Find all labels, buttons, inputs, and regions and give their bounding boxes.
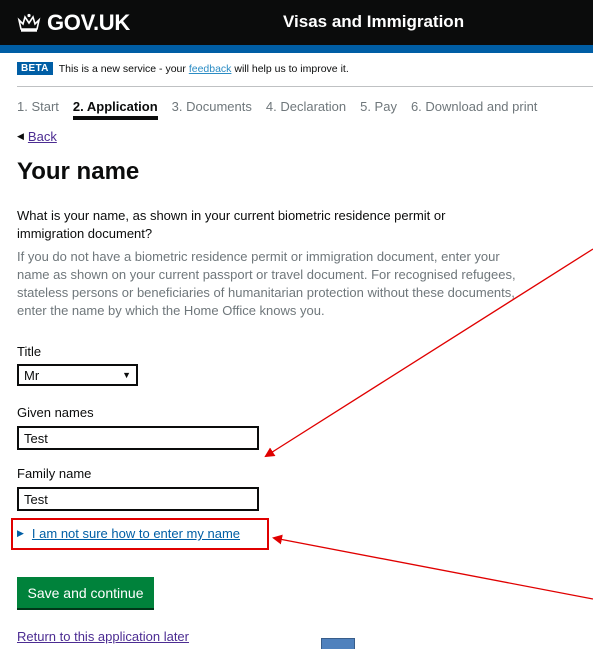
- annotation-arrows: [264, 248, 593, 600]
- return-later-link[interactable]: Return to this application later: [17, 629, 189, 644]
- given-names-value: Test: [24, 430, 48, 446]
- step-start: 1. Start: [17, 99, 59, 114]
- hint-text: If you do not have a biometric residence…: [17, 249, 516, 318]
- feedback-link[interactable]: feedback: [189, 63, 232, 75]
- site-header: GOV.UK Visas and Immigration: [0, 0, 593, 45]
- beta-divider: [17, 86, 593, 87]
- title-label: Title: [17, 344, 42, 359]
- step-download-print: 6. Download and print: [410, 99, 538, 114]
- details-triangle-icon: ▶: [17, 528, 24, 538]
- crown-icon: [17, 13, 41, 32]
- beta-banner: BETA This is a new service - your feedba…: [17, 62, 349, 75]
- family-name-value: Test: [24, 491, 48, 507]
- service-name[interactable]: Visas and Immigration: [283, 12, 464, 32]
- title-select[interactable]: Mr ▼: [17, 364, 138, 386]
- given-names-input[interactable]: Test: [17, 426, 259, 450]
- back-link-container: ◀ Back: [17, 129, 57, 144]
- logo-text: GOV.UK: [47, 10, 130, 35]
- step-application: 2. Application: [72, 99, 158, 120]
- annotation-arrow-lower: [272, 534, 593, 600]
- header-blue-bar: [0, 45, 593, 53]
- name-help-details[interactable]: ▶ I am not sure how to enter my name: [17, 526, 240, 541]
- step-declaration: 4. Declaration: [265, 99, 347, 114]
- family-name-input[interactable]: Test: [17, 487, 259, 511]
- beta-text-after: will help us to improve it.: [231, 62, 349, 75]
- select-arrow-icon: ▼: [122, 370, 131, 380]
- blue-overlay-box: [321, 638, 355, 649]
- step-navigation: 1. Start 2. Application 3. Documents 4. …: [17, 99, 551, 120]
- family-name-label: Family name: [17, 466, 92, 481]
- step-documents: 3. Documents: [171, 99, 252, 114]
- page-title: Your name: [17, 158, 140, 185]
- title-select-value: Mr: [24, 367, 40, 383]
- return-later-container: Return to this application later: [17, 629, 189, 644]
- beta-tag: BETA: [17, 62, 53, 75]
- step-pay: 5. Pay: [360, 99, 397, 114]
- name-help-link[interactable]: I am not sure how to enter my name: [32, 526, 240, 541]
- back-triangle-icon: ◀: [17, 131, 24, 141]
- govuk-logo[interactable]: GOV.UK: [17, 10, 130, 36]
- question-text: What is your name, as shown in your curr…: [17, 208, 446, 241]
- beta-text-before: This is a new service - your: [58, 62, 189, 75]
- given-names-label: Given names: [17, 405, 94, 420]
- save-continue-button[interactable]: Save and continue: [17, 577, 154, 608]
- back-link[interactable]: Back: [28, 129, 57, 144]
